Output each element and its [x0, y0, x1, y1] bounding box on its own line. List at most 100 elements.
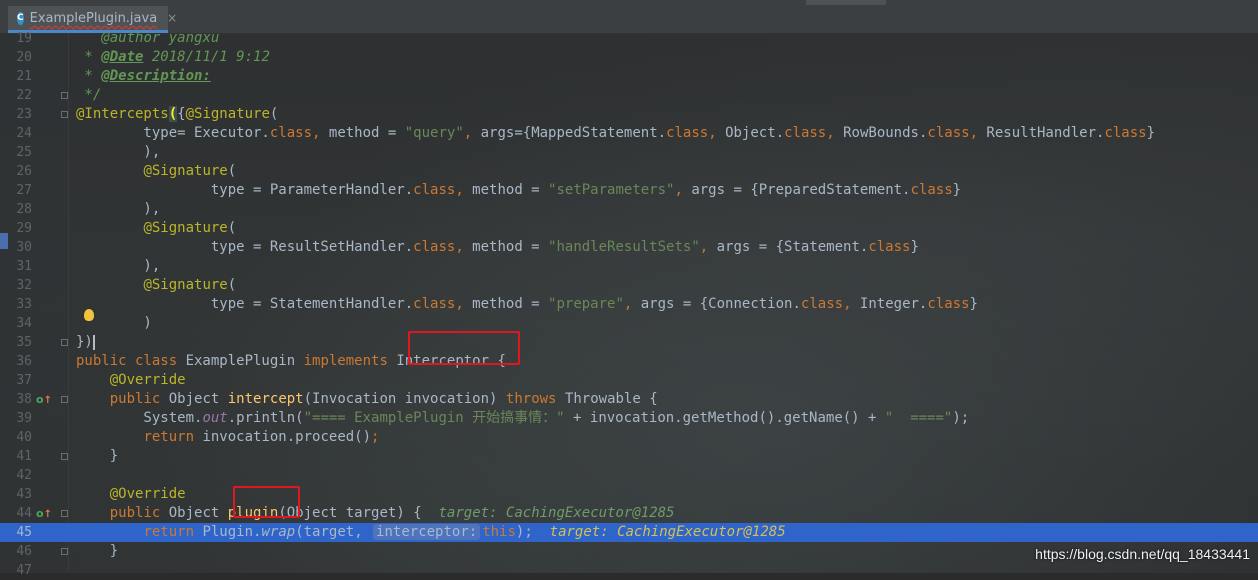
line-number[interactable]: 27 [12, 181, 32, 200]
code-text[interactable]: @Intercepts({@Signature( [76, 105, 278, 124]
line-number[interactable]: 46 [12, 542, 32, 561]
code-text[interactable]: }) [76, 333, 95, 352]
code-text[interactable]: public Object intercept(Invocation invoc… [76, 390, 658, 409]
code-line[interactable]: 40 return invocation.proceed(); [0, 428, 1258, 447]
code-token: class [1104, 125, 1147, 141]
line-number[interactable]: 33 [12, 295, 32, 314]
code-line[interactable]: 47 [0, 561, 1258, 580]
code-token: @author yangxu [101, 30, 220, 46]
line-number[interactable]: 32 [12, 276, 32, 295]
line-number[interactable]: 35 [12, 333, 32, 352]
code-line[interactable]: 42 [0, 466, 1258, 485]
code-text[interactable]: @Override [76, 485, 186, 504]
code-token: } [910, 239, 919, 255]
code-text[interactable]: @author yangxu [76, 29, 219, 48]
code-line[interactable]: 19 @author yangxu [0, 29, 1258, 48]
override-method-icon[interactable]: o↑ [36, 393, 52, 406]
line-number[interactable]: 21 [12, 67, 32, 86]
execution-line[interactable]: 45 return Plugin.wrap(target, intercepto… [0, 523, 1258, 542]
code-text[interactable]: ), [76, 200, 160, 219]
code-text[interactable]: } [76, 447, 118, 466]
fold-icon[interactable] [61, 453, 68, 460]
code-line[interactable]: 21 * @Description: [0, 67, 1258, 86]
code-text[interactable]: return Plugin.wrap(target, interceptor: t… [76, 523, 786, 542]
code-line[interactable]: 32 @Signature( [0, 276, 1258, 295]
code-token: ( [227, 220, 237, 236]
code-text[interactable]: @Signature( [76, 162, 236, 181]
line-number[interactable]: 40 [12, 428, 32, 447]
fold-icon[interactable] [61, 548, 68, 555]
code-line[interactable]: 28 ), [0, 200, 1258, 219]
code-line[interactable]: 24 type= Executor.class, method = "query… [0, 124, 1258, 143]
code-line[interactable]: 26 @Signature( [0, 162, 1258, 181]
line-number[interactable]: 34 [12, 314, 32, 333]
code-text[interactable]: type = StatementHandler.class, method = … [76, 295, 978, 314]
code-line[interactable]: 44 public Object plugin(Object target) {… [0, 504, 1258, 523]
fold-icon[interactable] [61, 339, 68, 346]
toolbar-widget[interactable] [806, 0, 886, 5]
line-number[interactable]: 45 [12, 523, 32, 542]
code-line[interactable]: 38 public Object intercept(Invocation in… [0, 390, 1258, 409]
code-line[interactable]: 35}) [0, 333, 1258, 352]
code-text[interactable]: ), [76, 257, 160, 276]
line-number[interactable]: 36 [12, 352, 32, 371]
code-token: ( [269, 106, 279, 122]
code-text[interactable]: ), [76, 143, 160, 162]
code-line[interactable]: 27 type = ParameterHandler.class, method… [0, 181, 1258, 200]
line-number[interactable]: 25 [12, 143, 32, 162]
line-number[interactable]: 22 [12, 86, 32, 105]
code-line[interactable]: 29 @Signature( [0, 219, 1258, 238]
lightbulb-icon[interactable] [84, 309, 94, 321]
code-text[interactable]: @Override [76, 371, 186, 390]
line-number[interactable]: 19 [12, 29, 32, 48]
code-line[interactable]: 41 } [0, 447, 1258, 466]
line-number[interactable]: 42 [12, 466, 32, 485]
fold-icon[interactable] [61, 396, 68, 403]
code-text[interactable]: type = ResultSetHandler.class, method = … [76, 238, 919, 257]
code-text[interactable]: * @Date 2018/11/1 9:12 [76, 48, 269, 67]
code-text[interactable]: */ [76, 86, 101, 105]
code-text[interactable]: @Signature( [76, 276, 236, 295]
code-text[interactable]: type= Executor.class, method = "query", … [76, 124, 1155, 143]
code-line[interactable]: 36 public class ExamplePlugin implements … [0, 352, 1258, 371]
line-number[interactable]: 29 [12, 219, 32, 238]
line-number[interactable]: 30 [12, 238, 32, 257]
line-number[interactable]: 26 [12, 162, 32, 181]
code-line[interactable]: 37 @Override [0, 371, 1258, 390]
code-text[interactable]: System.out.println("==== ExamplePlugin 开… [76, 409, 969, 428]
line-number[interactable]: 38 [12, 390, 32, 409]
code-text[interactable]: public Object plugin(Object target) { ta… [76, 504, 675, 523]
fold-icon[interactable] [61, 92, 68, 99]
code-line[interactable]: 25 ), [0, 143, 1258, 162]
code-line[interactable]: 23 @Intercepts({@Signature( [0, 105, 1258, 124]
code-text[interactable]: type = ParameterHandler.class, method = … [76, 181, 961, 200]
line-number[interactable]: 28 [12, 200, 32, 219]
code-line[interactable]: 20 * @Date 2018/11/1 9:12 [0, 48, 1258, 67]
fold-icon[interactable] [61, 510, 68, 517]
line-number[interactable]: 24 [12, 124, 32, 143]
close-icon[interactable]: × [167, 11, 177, 25]
override-method-icon[interactable]: o↑ [36, 507, 52, 520]
line-number[interactable]: 47 [12, 561, 32, 580]
line-number[interactable]: 43 [12, 485, 32, 504]
code-token: method = [328, 125, 405, 141]
code-text[interactable]: * @Description: [76, 67, 210, 86]
code-line[interactable]: 22 */ [0, 86, 1258, 105]
fold-icon[interactable] [61, 111, 68, 118]
code-text[interactable]: return invocation.proceed(); [76, 428, 379, 447]
code-line[interactable]: 34 ) [0, 314, 1258, 333]
code-line[interactable]: 43 @Override [0, 485, 1258, 504]
code-line[interactable]: 33 type = StatementHandler.class, method… [0, 295, 1258, 314]
code-text[interactable]: } [76, 542, 118, 561]
line-number[interactable]: 23 [12, 105, 32, 124]
code-text[interactable]: @Signature( [76, 219, 236, 238]
line-number[interactable]: 37 [12, 371, 32, 390]
line-number[interactable]: 41 [12, 447, 32, 466]
code-line[interactable]: 30 type = ResultSetHandler.class, method… [0, 238, 1258, 257]
line-number[interactable]: 39 [12, 409, 32, 428]
code-line[interactable]: 31 ), [0, 257, 1258, 276]
code-line[interactable]: 39 System.out.println("==== ExamplePlugi… [0, 409, 1258, 428]
line-number[interactable]: 44 [12, 504, 32, 523]
line-number[interactable]: 31 [12, 257, 32, 276]
line-number[interactable]: 20 [12, 48, 32, 67]
